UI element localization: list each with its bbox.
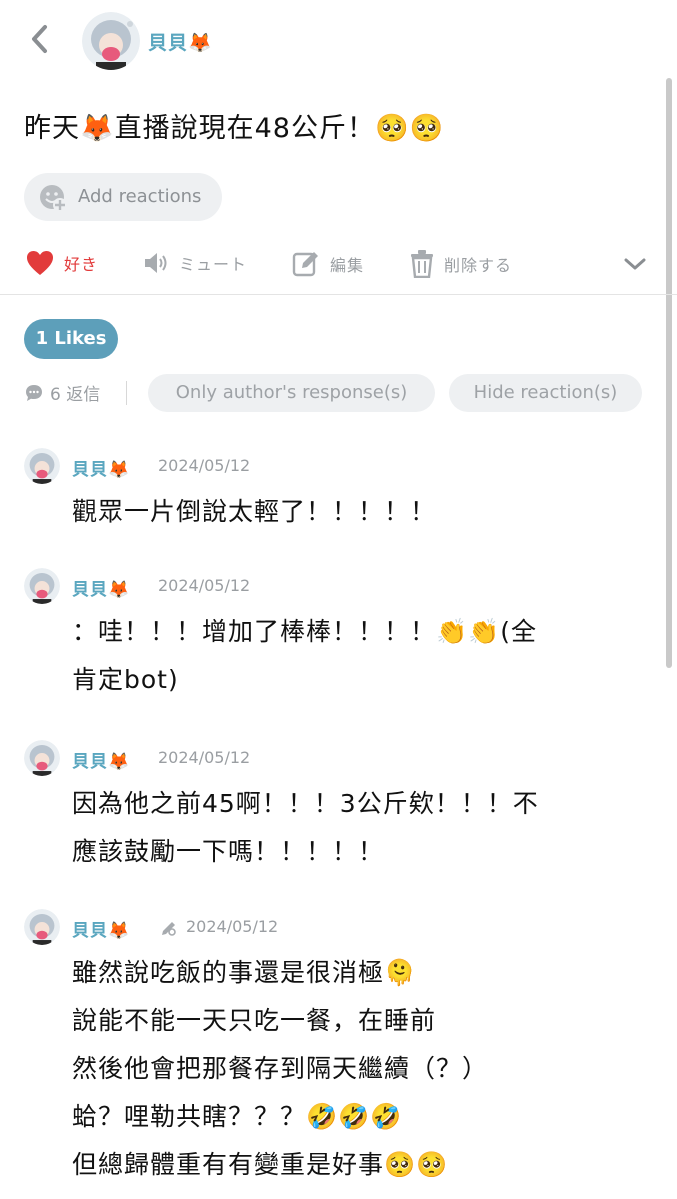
post-action-bar: 好き ミュート 編集 削除する xyxy=(0,242,677,288)
trash-icon xyxy=(411,250,433,278)
commenter-avatar[interactable] xyxy=(24,909,60,945)
comment-line: 因為他之前45啊！！！3公斤欸！！！不 xyxy=(72,789,539,818)
comment-date: 2024/05/12 xyxy=(186,917,279,936)
comment-line: ：哇！！！增加了棒棒！！！！👏👏(全 xyxy=(72,617,538,646)
back-button[interactable] xyxy=(26,22,56,56)
edit-button[interactable]: 編集 xyxy=(292,250,364,278)
comment-line: 雖然說吃飯的事還是很消極🫠 xyxy=(72,958,417,987)
commenter-name[interactable]: 貝貝🦊 xyxy=(72,747,130,772)
delete-button[interactable]: 削除する xyxy=(410,250,512,278)
comment-date: 2024/05/12 xyxy=(158,576,251,595)
commenter-name[interactable]: 貝貝🦊 xyxy=(72,455,130,480)
comment-body: 因為他之前45啊！！！3公斤欸！！！不 應該鼓勵一下嗎！！！！！ xyxy=(72,780,539,876)
comment-line: 然後他會把那餐存到隔天繼續（？） xyxy=(72,1054,489,1083)
author-avatar[interactable] xyxy=(82,12,140,70)
comment-body: 雖然說吃飯的事還是很消極🫠 說能不能一天只吃一餐，在睡前 然後他會把那餐存到隔天… xyxy=(72,949,488,1189)
commenter-name[interactable]: 貝貝🦊 xyxy=(72,916,130,941)
reply-count-label: 6 返信 xyxy=(50,385,101,405)
comment-item: 貝貝🦊 2024/05/12 因為他之前45啊！！！3公斤欸！！！不 應該鼓勵一… xyxy=(0,740,660,890)
hide-reactions-filter[interactable]: Hide reaction(s) xyxy=(449,374,642,412)
comment-line: 說能不能一天只吃一餐，在睡前 xyxy=(72,1006,437,1035)
comment-line: 應該鼓勵一下嗎！！！！！ xyxy=(72,837,385,866)
more-options-button[interactable] xyxy=(623,256,647,276)
speaker-mute-icon xyxy=(145,253,167,273)
commenter-avatar[interactable] xyxy=(24,740,60,776)
add-reactions-label: Add reactions xyxy=(78,186,202,207)
comment-item: 貝貝🦊 2024/05/12 觀眾一片倒說太輕了！！！！！ xyxy=(0,448,660,548)
commenter-avatar[interactable] xyxy=(24,448,60,484)
only-author-filter[interactable]: Only author's response(s) xyxy=(148,374,435,412)
scrollbar[interactable] xyxy=(666,78,672,668)
filter-separator xyxy=(126,381,127,405)
comment-date: 2024/05/12 xyxy=(158,748,251,767)
comment-line: 但總歸體重有有變重是好事🥺🥺 xyxy=(72,1150,449,1179)
chevron-left-icon xyxy=(32,25,47,53)
add-reactions-button[interactable]: Add reactions xyxy=(24,173,222,221)
comment-item: 貝貝🦊 2024/05/12 雖然說吃飯的事還是很消極🫠 說能不能一天只吃一餐，… xyxy=(0,909,660,1199)
delete-label: 削除する xyxy=(444,256,513,275)
comment-line: 肯定bot) xyxy=(72,665,179,694)
comment-item: 貝貝🦊 2024/05/12 ：哇！！！增加了棒棒！！！！👏👏(全 肯定bot) xyxy=(0,568,660,718)
edit-icon xyxy=(292,252,318,277)
mute-button[interactable]: ミュート xyxy=(143,250,247,276)
comment-line: 蛤？哩勒共瞎？？？🤣🤣🤣 xyxy=(72,1102,403,1131)
author-name[interactable]: 貝貝🦊 xyxy=(148,28,213,55)
edit-label: 編集 xyxy=(330,256,365,275)
pencil-icon xyxy=(162,922,176,936)
chevron-down-icon xyxy=(624,258,646,270)
comment-line: 觀眾一片倒說太輕了！！！！！ xyxy=(72,497,437,526)
commenter-name[interactable]: 貝貝🦊 xyxy=(72,575,130,600)
replies-count: 6 返信 xyxy=(24,380,100,405)
mute-label: ミュート xyxy=(179,255,248,274)
comment-date: 2024/05/12 xyxy=(158,456,251,475)
likes-badge[interactable]: 1 Likes xyxy=(24,319,118,359)
commenter-avatar[interactable] xyxy=(24,568,60,604)
section-divider xyxy=(0,294,677,295)
comment-body: ：哇！！！增加了棒棒！！！！👏👏(全 肯定bot) xyxy=(72,608,537,704)
post-header: 貝貝🦊 xyxy=(0,0,677,80)
like-button[interactable]: 好き xyxy=(26,250,98,276)
heart-icon xyxy=(27,251,53,275)
like-label: 好き xyxy=(64,255,99,274)
comment-bubble-icon xyxy=(26,384,42,401)
comment-body: 觀眾一片倒說太輕了！！！！！ xyxy=(72,488,436,536)
post-body: 昨天🦊直播說現在48公斤！🥺🥺 xyxy=(24,113,445,144)
add-emoji-icon xyxy=(38,183,68,217)
